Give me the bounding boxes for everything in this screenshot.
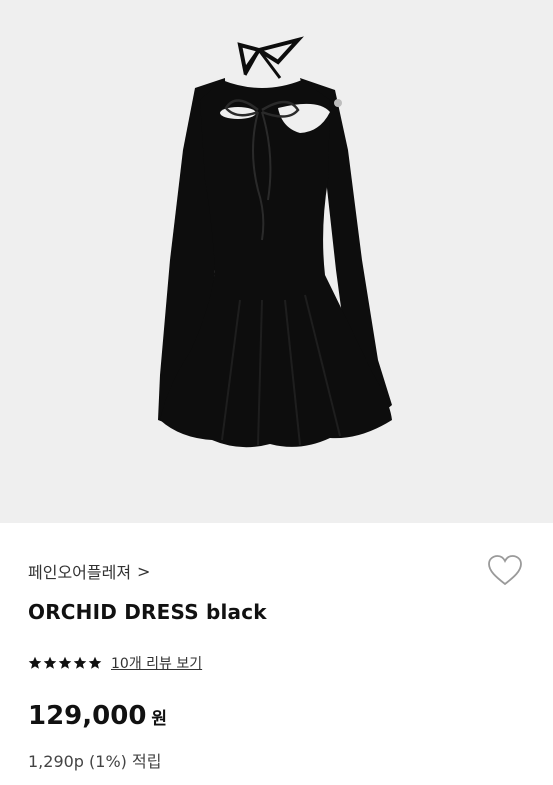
reward-points: 1,290p (1%) 적립 (28, 752, 162, 771)
product-image[interactable] (0, 0, 553, 523)
price-value: 129,000 (28, 701, 147, 731)
brand-link[interactable]: 페인오어플레져 > (28, 559, 150, 583)
review-link[interactable]: 10개 리뷰 보기 (111, 653, 202, 673)
product-title: ORCHID DRESS black (28, 600, 267, 624)
star-rating (28, 656, 102, 670)
star-icon (88, 656, 102, 669)
price-row: 129,000 원 (28, 701, 167, 731)
brand-name: 페인오어플레져 (28, 563, 132, 582)
chevron-right-icon: > (137, 561, 151, 581)
star-icon (58, 656, 72, 669)
star-icon (43, 656, 57, 669)
rating-row: 10개 리뷰 보기 (28, 653, 202, 673)
product-info-panel: 페인오어플레져 > ORCHID DRESS black 10개 리뷰 보기 1… (0, 523, 553, 785)
star-icon (73, 656, 87, 669)
heart-outline-icon[interactable] (486, 553, 524, 587)
star-icon (28, 656, 42, 669)
currency-unit: 원 (151, 709, 168, 729)
dress-illustration (158, 36, 392, 448)
